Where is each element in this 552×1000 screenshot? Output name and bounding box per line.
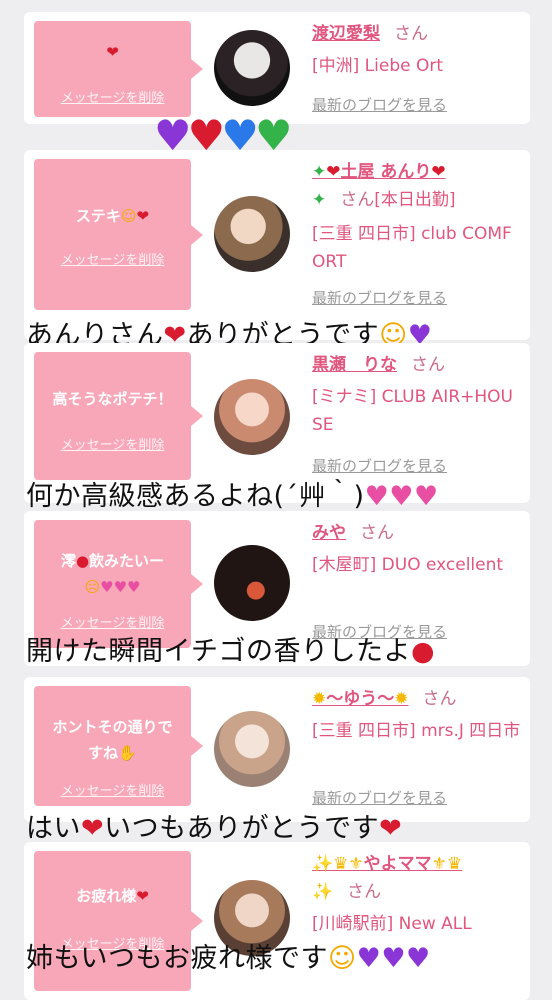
caption-overlay: 開けた瞬間イチゴの香りしたよ●: [26, 636, 436, 667]
user-info: ✦❤土屋 あんり❤ ✦ さん[本日出勤] [三重 四日市] club COMFOR…: [312, 158, 522, 276]
honorific: さん: [411, 355, 445, 375]
delete-message-link[interactable]: メッセージを削除: [34, 87, 191, 106]
honorific: さん: [360, 523, 394, 543]
shop-label: [ミナミ] CLUB AIR+HOUSE: [312, 387, 513, 435]
caption-overlay: はい❤いつもありがとうです❤: [26, 813, 403, 844]
blog-link[interactable]: 最新のブログを見る: [312, 94, 447, 115]
user-name-link[interactable]: 黒瀬 りな: [312, 355, 397, 375]
status-label: [本日出勤]: [374, 190, 456, 210]
user-name-link[interactable]: ✹〜ゆう〜✹: [312, 689, 409, 709]
caption-overlay: 姉もいつもお疲れ様です☺♥♥♥: [26, 943, 431, 974]
message-text: ❤: [106, 43, 119, 61]
delete-message-link[interactable]: メッセージを削除: [34, 434, 191, 453]
user-info: 黒瀬 りな さん [ミナミ] CLUB AIR+HOUSE: [312, 351, 522, 439]
sparkle-icon: ✨: [312, 882, 334, 902]
shop-label: [木屋町] DUO excellent: [312, 555, 504, 575]
avatar[interactable]: [214, 379, 290, 455]
user-name-link[interactable]: ✨♛⚜やよママ⚜♛: [312, 854, 462, 874]
avatar[interactable]: [214, 545, 290, 621]
honorific: さん: [394, 24, 428, 44]
blog-link[interactable]: 最新のブログを見る: [312, 455, 447, 476]
honorific: さん: [347, 882, 382, 902]
message-bubble: ホントその通りで すね✋ メッセージを削除: [34, 686, 203, 806]
sparkle-icon: ✦: [312, 190, 327, 210]
delete-message-link[interactable]: メッセージを削除: [34, 780, 191, 799]
user-name-link[interactable]: ✦❤土屋 あんり❤: [312, 162, 446, 182]
blog-link[interactable]: 最新のブログを見る: [312, 787, 447, 808]
message-bubble: ステキ☺❤ メッセージを削除: [34, 159, 203, 310]
shop-label: [三重 四日市] club COMFORT: [312, 224, 512, 272]
message-bubble: ❤ メッセージを削除: [34, 21, 203, 117]
message-card-6: お疲れ様❤ メッセージを削除 ✨♛⚜やよママ⚜♛ ✨ さん [川崎駅前] New …: [24, 842, 530, 1000]
user-info: ✹〜ゆう〜✹ さん [三重 四日市] mrs.J 四日市: [312, 685, 522, 745]
shop-label: [三重 四日市] mrs.J 四日市: [312, 721, 521, 741]
honorific: さん: [422, 689, 457, 709]
message-text: 澪●飲みたいー ☹♥♥♥: [60, 552, 165, 596]
shop-label: [中洲] Liebe Ort: [312, 56, 444, 76]
avatar[interactable]: [214, 30, 290, 106]
honorific: さん: [340, 190, 375, 210]
user-info: ✨♛⚜やよママ⚜♛ ✨ さん [川崎駅前] New ALL: [312, 850, 522, 938]
message-text: 高そうなポテチ！: [52, 390, 173, 408]
user-name-link[interactable]: 渡辺愛梨: [312, 24, 380, 44]
message-text: ステキ☺❤: [75, 207, 150, 225]
shop-label: [川崎駅前] New ALL: [312, 914, 472, 934]
user-name-link[interactable]: みや: [312, 523, 346, 543]
message-card-2: ステキ☺❤ メッセージを削除 ✦❤土屋 あんり❤ ✦ さん[本日出勤] [三重 四…: [24, 150, 530, 340]
message-card-1: ❤ メッセージを削除 渡辺愛梨 さん [中洲] Liebe Ort 最新のブログを…: [24, 12, 530, 124]
blog-link[interactable]: 最新のブログを見る: [312, 287, 447, 308]
message-card-5: ホントその通りで すね✋ メッセージを削除 ✹〜ゆう〜✹ さん [三重 四日市] m…: [24, 677, 530, 822]
caption-overlay: 何か高級感あるよね(´艸｀)♥♥♥: [26, 481, 439, 512]
message-text: お疲れ様❤: [76, 887, 149, 905]
delete-message-link[interactable]: メッセージを削除: [34, 249, 191, 268]
user-info: みや さん [木屋町] DUO excellent: [312, 519, 522, 579]
message-text: ホントその通りで すね✋: [52, 718, 173, 762]
message-bubble: 高そうなポテチ！ メッセージを削除: [34, 352, 203, 480]
avatar[interactable]: [214, 711, 290, 787]
avatar[interactable]: [214, 196, 290, 272]
user-info: 渡辺愛梨 さん [中洲] Liebe Ort: [312, 20, 522, 80]
